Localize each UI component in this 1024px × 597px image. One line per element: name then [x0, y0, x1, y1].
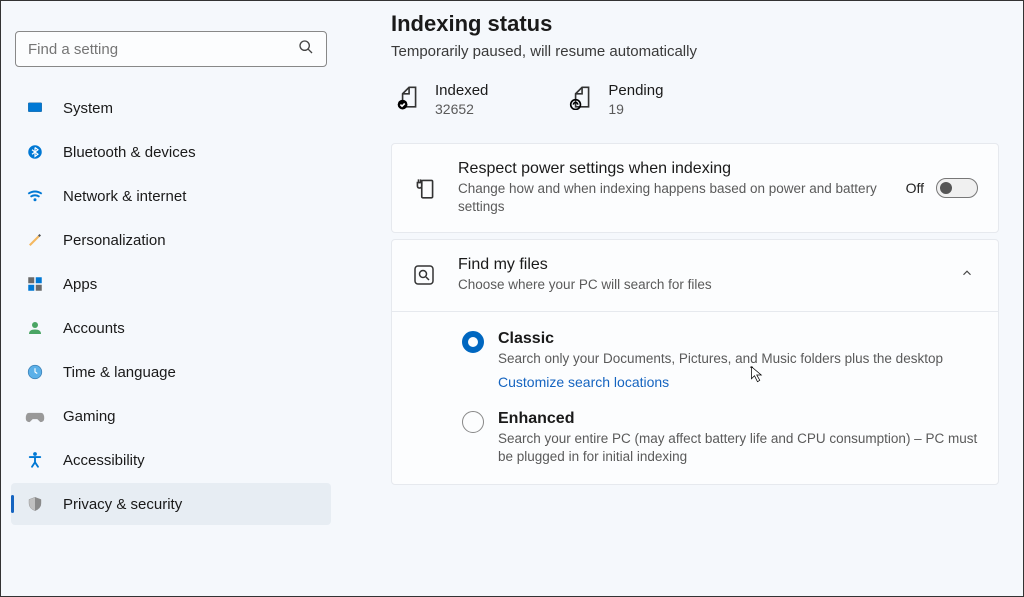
sidebar-item-network[interactable]: Network & internet [11, 175, 331, 217]
sidebar-item-system[interactable]: System [11, 87, 331, 129]
classic-option[interactable]: Classic Search only your Documents, Pict… [462, 330, 978, 392]
customize-locations-link[interactable]: Customize search locations [498, 374, 669, 390]
stats-row: Indexed 32652 Pending 19 [391, 82, 999, 117]
power-settings-card: Respect power settings when indexing Cha… [391, 143, 999, 233]
bluetooth-icon [25, 142, 45, 162]
sidebar-item-accounts[interactable]: Accounts [11, 307, 331, 349]
sidebar-item-label: Time & language [63, 364, 176, 381]
classic-title: Classic [498, 330, 943, 348]
search-box [15, 31, 327, 67]
sidebar-item-label: Gaming [63, 408, 116, 425]
pending-label: Pending [608, 82, 663, 99]
sidebar-item-apps[interactable]: Apps [11, 263, 331, 305]
enhanced-title: Enhanced [498, 410, 978, 428]
search-icon[interactable] [298, 39, 314, 60]
sidebar-item-privacy[interactable]: Privacy & security [11, 483, 331, 525]
page-subtitle: Temporarily paused, will resume automati… [391, 43, 999, 60]
search-input[interactable] [28, 41, 298, 58]
sidebar-item-label: Bluetooth & devices [63, 144, 196, 161]
find-files-header[interactable]: Find my files Choose where your PC will … [392, 240, 998, 310]
sidebar-item-label: Apps [63, 276, 97, 293]
find-files-desc: Choose where your PC will search for fil… [458, 276, 936, 294]
sidebar-item-personalization[interactable]: Personalization [11, 219, 331, 261]
sidebar-item-label: Privacy & security [63, 496, 182, 513]
sidebar-item-label: Accounts [63, 320, 125, 337]
nav-list: System Bluetooth & devices Network & int… [11, 87, 331, 525]
enhanced-radio[interactable] [462, 411, 484, 433]
accounts-icon [25, 318, 45, 338]
sidebar-item-label: System [63, 100, 113, 117]
enhanced-desc: Search your entire PC (may affect batter… [498, 430, 978, 466]
find-files-title: Find my files [458, 256, 936, 274]
indexed-label: Indexed [435, 82, 488, 99]
network-icon [25, 186, 45, 206]
power-icon [412, 175, 438, 201]
sidebar-item-gaming[interactable]: Gaming [11, 395, 331, 437]
search-square-icon [412, 263, 438, 289]
indexed-icon [395, 84, 421, 110]
pending-value: 19 [608, 101, 663, 117]
enhanced-option[interactable]: Enhanced Search your entire PC (may affe… [462, 410, 978, 466]
time-icon [25, 362, 45, 382]
pending-icon [568, 84, 594, 110]
accessibility-icon [25, 450, 45, 470]
find-files-card: Find my files Choose where your PC will … [391, 239, 999, 485]
sidebar-item-label: Personalization [63, 232, 166, 249]
privacy-icon [25, 494, 45, 514]
sidebar-item-time[interactable]: Time & language [11, 351, 331, 393]
personalization-icon [25, 230, 45, 250]
cursor-icon [747, 365, 765, 385]
apps-icon [25, 274, 45, 294]
sidebar-item-accessibility[interactable]: Accessibility [11, 439, 331, 481]
sidebar-item-bluetooth[interactable]: Bluetooth & devices [11, 131, 331, 173]
page-title: Indexing status [391, 11, 999, 37]
system-icon [25, 98, 45, 118]
classic-radio[interactable] [462, 331, 484, 353]
chevron-up-icon[interactable] [956, 262, 978, 289]
sidebar: System Bluetooth & devices Network & int… [1, 1, 341, 596]
power-toggle[interactable] [936, 178, 978, 198]
power-desc: Change how and when indexing happens bas… [458, 180, 886, 216]
indexed-stat: Indexed 32652 [395, 82, 488, 117]
power-toggle-state: Off [906, 180, 924, 196]
main-content: Indexing status Temporarily paused, will… [341, 1, 1023, 596]
sidebar-item-label: Network & internet [63, 188, 186, 205]
classic-desc: Search only your Documents, Pictures, an… [498, 350, 943, 368]
pending-stat: Pending 19 [568, 82, 663, 117]
indexed-value: 32652 [435, 101, 488, 117]
power-title: Respect power settings when indexing [458, 160, 886, 178]
gaming-icon [25, 406, 45, 426]
sidebar-item-label: Accessibility [63, 452, 145, 469]
